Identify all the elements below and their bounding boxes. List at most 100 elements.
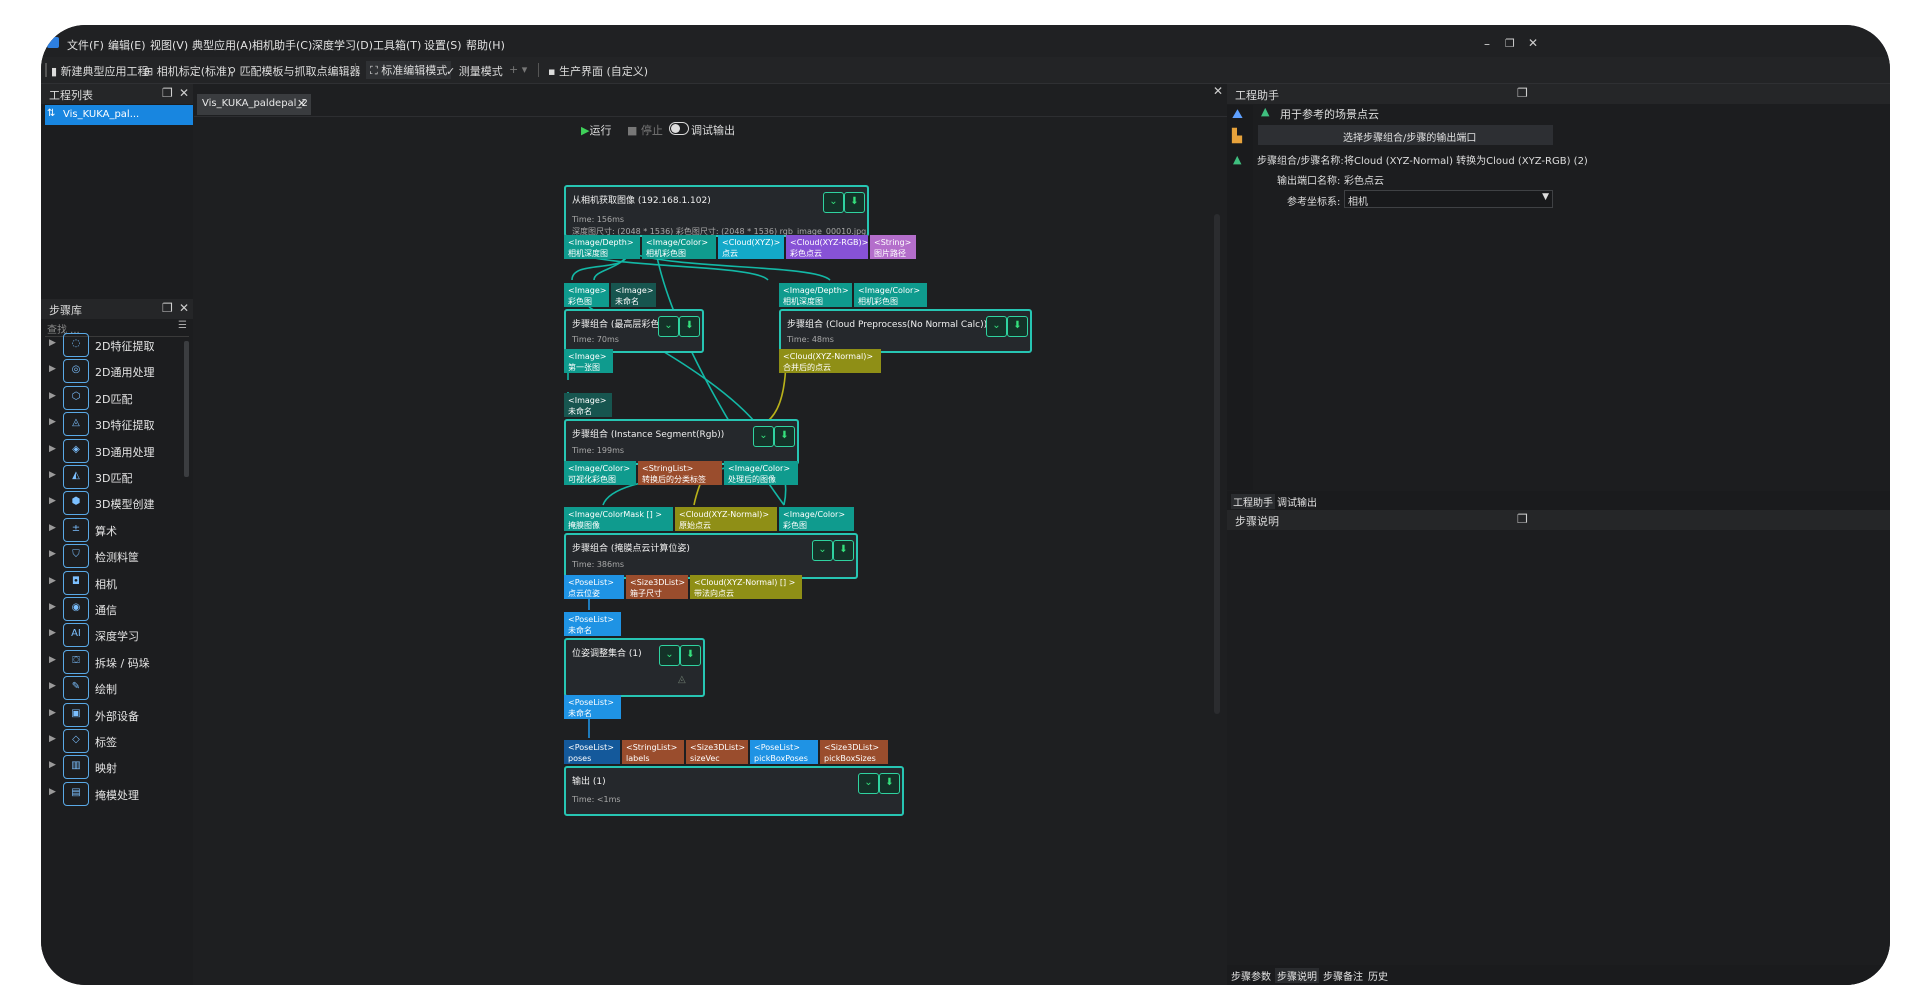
pin-icon[interactable]: ⬇ xyxy=(774,426,795,447)
menu-camera-assistant[interactable]: 相机助手(C) xyxy=(252,37,312,53)
chevron-right-icon[interactable]: ▶ xyxy=(49,444,56,454)
close-icon[interactable]: ✕ xyxy=(179,86,189,100)
chevron-right-icon[interactable]: ▶ xyxy=(49,655,56,665)
step-node[interactable]: 步骤组合 (Instance Segment(Rgb)) Time: 199ms ⌄… xyxy=(564,419,799,465)
node-port[interactable]: <Cloud(XYZ-Normal) [] > 带法向点云 xyxy=(690,575,802,599)
select-port-button[interactable]: 选择步骤组合/步骤的输出端口 xyxy=(1258,125,1553,145)
node-port[interactable]: <Size3DList> 箱子尺寸 xyxy=(626,575,688,599)
float-icon[interactable]: ❐ xyxy=(162,301,173,315)
chevron-right-icon[interactable]: ▶ xyxy=(49,760,56,770)
close-icon[interactable]: ✕ xyxy=(179,301,189,315)
node-port[interactable]: <Image/Color> 彩色图 xyxy=(779,507,854,531)
list-view-icon[interactable]: ☰ xyxy=(178,320,187,331)
edit-mode-button[interactable]: ⛶ 标准编辑模式 xyxy=(366,61,452,79)
restore-icon[interactable]: ❐ xyxy=(1505,37,1515,50)
float-icon[interactable]: ❐ xyxy=(1517,86,1528,100)
menu-settings[interactable]: 设置(S) xyxy=(424,37,462,53)
chevron-right-icon[interactable]: ▶ xyxy=(49,708,56,718)
tab-step-params[interactable]: 步骤参数 xyxy=(1231,968,1271,983)
float-icon[interactable]: ❐ xyxy=(1517,512,1528,526)
node-port[interactable]: <Image/Color> 相机彩色图 xyxy=(642,235,716,259)
calibration-button[interactable]: ⊞ 相机标定(标准) xyxy=(144,63,231,79)
node-port[interactable]: <Size3DList> pickBoxSizes xyxy=(820,740,888,764)
minimize-icon[interactable]: – xyxy=(1484,37,1490,51)
add-dropdown[interactable]: + ▾ xyxy=(509,63,527,76)
node-port[interactable]: <Cloud(XYZ-Normal)> 合并后的点云 xyxy=(779,349,881,373)
close-icon[interactable]: ✕ xyxy=(1528,36,1538,50)
chevron-right-icon[interactable]: ▶ xyxy=(49,364,56,374)
expand-icon[interactable]: ⌄ xyxy=(812,540,833,561)
tab-assistant[interactable]: 工程助手 xyxy=(1231,494,1275,509)
node-port[interactable]: <String> 图片路径 xyxy=(870,235,916,259)
step-node[interactable]: 位姿调整集合 (1) ⌄ ⬇ ◬ xyxy=(564,638,705,697)
menu-help[interactable]: 帮助(H) xyxy=(466,37,505,53)
reference-frame-select[interactable]: 相机 ▼ xyxy=(1344,190,1553,208)
expand-icon[interactable]: ⌄ xyxy=(823,192,844,213)
step-node[interactable]: 从相机获取图像 (192.168.1.102) Time: 156ms 深度图尺寸:… xyxy=(564,185,869,237)
node-port[interactable]: <Image/Depth> 相机深度图 xyxy=(564,235,640,259)
node-port[interactable]: <Size3DList> sizeVec xyxy=(686,740,748,764)
chevron-right-icon[interactable]: ▶ xyxy=(49,391,56,401)
pin-icon[interactable]: ⬇ xyxy=(680,645,701,666)
node-port[interactable]: <StringList> 转换后的分类标签 xyxy=(638,461,722,485)
measure-mode-button[interactable]: ✓ 测量模式 xyxy=(446,63,503,79)
node-port[interactable]: <PoseList> poses xyxy=(564,740,620,764)
node-port[interactable]: <Cloud(XYZ-RGB)> 彩色点云 xyxy=(786,235,868,259)
node-port[interactable]: <StringList> labels xyxy=(622,740,684,764)
menu-toolbox[interactable]: 工具箱(T) xyxy=(373,37,421,53)
node-port[interactable]: <Image/Color> 相机彩色图 xyxy=(854,283,927,307)
pin-icon[interactable]: ⬇ xyxy=(833,540,854,561)
node-port[interactable]: <PoseList> 未命名 xyxy=(564,695,621,719)
menu-deep-learning[interactable]: 深度学习(D) xyxy=(312,37,373,53)
chevron-right-icon[interactable]: ▶ xyxy=(49,602,56,612)
node-port[interactable]: <Image> 第一张图 xyxy=(564,349,613,373)
node-port[interactable]: <PoseList> 未命名 xyxy=(564,612,621,636)
palette-icon[interactable]: ▙ xyxy=(1232,129,1242,144)
step-node[interactable]: 步骤组合 (掩膜点云计算位姿) Time: 386ms ⌄ ⬇ xyxy=(564,533,858,579)
float-icon[interactable]: ❐ xyxy=(162,86,173,100)
pin-icon[interactable]: ⬇ xyxy=(844,192,865,213)
node-port[interactable]: <PoseList> 点云位姿 xyxy=(564,575,624,599)
step-node[interactable]: 输出 (1) Time: <1ms ⌄ ⬇ xyxy=(564,766,904,816)
expand-icon[interactable]: ⌄ xyxy=(753,426,774,447)
mountain-icon[interactable]: ▲ xyxy=(1233,153,1241,166)
node-port[interactable]: <Image/ColorMask [] > 掩膜图像 xyxy=(564,507,673,531)
project-item[interactable]: ⇅ Vis_KUKA_pal... xyxy=(45,105,193,125)
production-ui-button[interactable]: ▪ 生产界面 (自定义) xyxy=(548,63,648,79)
chevron-right-icon[interactable]: ▶ xyxy=(49,338,56,348)
pin-icon[interactable]: ⬇ xyxy=(679,316,700,337)
chevron-right-icon[interactable]: ▶ xyxy=(49,576,56,586)
node-port[interactable]: <Cloud(XYZ-Normal)> 原始点云 xyxy=(675,507,777,531)
scene-icon[interactable]: ⛰ xyxy=(1232,107,1243,122)
tab-step-desc[interactable]: 步骤说明 xyxy=(1275,968,1319,983)
pin-icon[interactable]: ⬇ xyxy=(1007,316,1028,337)
pin-icon[interactable]: ⬇ xyxy=(879,773,900,794)
node-port[interactable]: <Image/Depth> 相机深度图 xyxy=(779,283,852,307)
chevron-right-icon[interactable]: ▶ xyxy=(49,681,56,691)
node-port[interactable]: <Cloud(XYZ)> 点云 xyxy=(718,235,784,259)
chevron-right-icon[interactable]: ▶ xyxy=(49,417,56,427)
tab-step-notes[interactable]: 步骤备注 xyxy=(1323,968,1363,983)
chevron-right-icon[interactable]: ▶ xyxy=(49,470,56,480)
menu-file[interactable]: 文件(F) xyxy=(67,37,104,53)
new-project-button[interactable]: ▮ 新建典型应用工程 xyxy=(51,63,149,79)
menu-edit[interactable]: 编辑(E) xyxy=(108,37,146,53)
chevron-right-icon[interactable]: ▶ xyxy=(49,787,56,797)
menu-typical-app[interactable]: 典型应用(A) xyxy=(192,37,252,53)
chevron-right-icon[interactable]: ▶ xyxy=(49,628,56,638)
expand-icon[interactable]: ⌄ xyxy=(659,645,680,666)
step-node[interactable]: 步骤组合 (Cloud Preprocess(No Normal Calc)) T… xyxy=(779,309,1032,353)
tab-history[interactable]: 历史 xyxy=(1368,968,1388,983)
expand-icon[interactable]: ⌄ xyxy=(658,316,679,337)
node-port[interactable]: <Image> 未命名 xyxy=(611,283,656,307)
chevron-right-icon[interactable]: ▶ xyxy=(49,496,56,506)
chevron-right-icon[interactable]: ▶ xyxy=(49,523,56,533)
expand-icon[interactable]: ⌄ xyxy=(986,316,1007,337)
step-node[interactable]: 步骤组合 (最高层彩色图) Time: 70ms ⌄ ⬇ xyxy=(564,309,704,353)
node-port[interactable]: <Image> 彩色图 xyxy=(564,283,609,307)
menu-view[interactable]: 视图(V) xyxy=(150,37,188,53)
chevron-right-icon[interactable]: ▶ xyxy=(49,734,56,744)
node-port[interactable]: <PoseList> pickBoxPoses xyxy=(750,740,818,764)
tab-debug-output[interactable]: 调试输出 xyxy=(1277,494,1317,509)
matching-editor-button[interactable]: ⚲ 匹配模板与抓取点编辑器 xyxy=(228,63,361,79)
